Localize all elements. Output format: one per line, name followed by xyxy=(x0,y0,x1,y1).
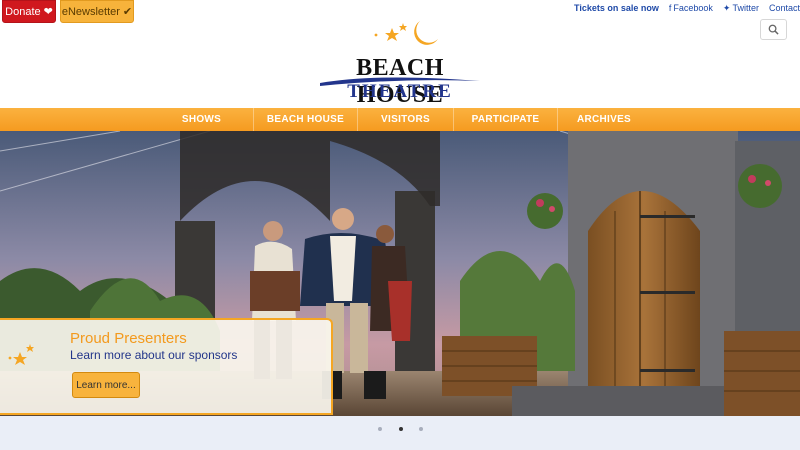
tickets-link[interactable]: Tickets on sale now xyxy=(574,3,659,14)
donate-label: Donate xyxy=(5,5,41,18)
promo-subtitle: Learn more about our sponsors xyxy=(70,348,238,362)
nav-item-beach-house[interactable]: BEACH HOUSE xyxy=(254,108,358,131)
logo-line2: THEATRE xyxy=(347,81,453,102)
top-links: Tickets on sale now f Facebook ✦ Twitter C… xyxy=(574,3,800,14)
nav-item-shows[interactable]: SHOWS xyxy=(150,108,254,131)
nav-item-participate[interactable]: PARTICIPATE xyxy=(454,108,558,131)
site-logo[interactable]: BEACH HOUSE THEATRE xyxy=(318,18,482,108)
moon-stars-icon xyxy=(8,336,64,365)
facebook-icon: f xyxy=(668,3,672,13)
twitter-link[interactable]: ✦ Twitter xyxy=(723,3,759,14)
contact-link[interactable]: Contact xyxy=(769,3,800,14)
donate-button[interactable]: Donate ❤ xyxy=(2,0,56,23)
moon-stars-icon xyxy=(374,21,438,45)
facebook-link[interactable]: f Facebook xyxy=(669,3,713,14)
search-button[interactable] xyxy=(760,19,787,40)
carousel-dot-3[interactable] xyxy=(419,427,423,431)
learn-more-button[interactable]: Learn more... xyxy=(72,372,140,398)
carousel-dot-1[interactable] xyxy=(378,427,382,431)
enewsletter-label: eNewsletter xyxy=(61,5,120,18)
check-icon: ✔ xyxy=(122,6,133,18)
sponsor-promo: Proud Presenters Learn more about our sp… xyxy=(0,318,333,415)
promo-title: Proud Presenters xyxy=(70,330,187,347)
heart-icon: ❤ xyxy=(43,6,53,18)
enewsletter-button[interactable]: eNewsletter ✔ xyxy=(60,0,134,23)
search-icon xyxy=(768,24,779,35)
twitter-label: Twitter xyxy=(732,3,759,13)
twitter-icon: ✦ xyxy=(722,3,731,13)
nav-item-archives[interactable]: ARCHIVES xyxy=(558,108,650,131)
carousel-indicators xyxy=(0,416,800,450)
nav-item-visitors[interactable]: VISITORS xyxy=(358,108,454,131)
facebook-label: Facebook xyxy=(673,3,713,13)
carousel-dot-2[interactable] xyxy=(399,427,403,431)
main-nav: SHOWS BEACH HOUSE VISITORS PARTICIPATE A… xyxy=(0,108,800,131)
